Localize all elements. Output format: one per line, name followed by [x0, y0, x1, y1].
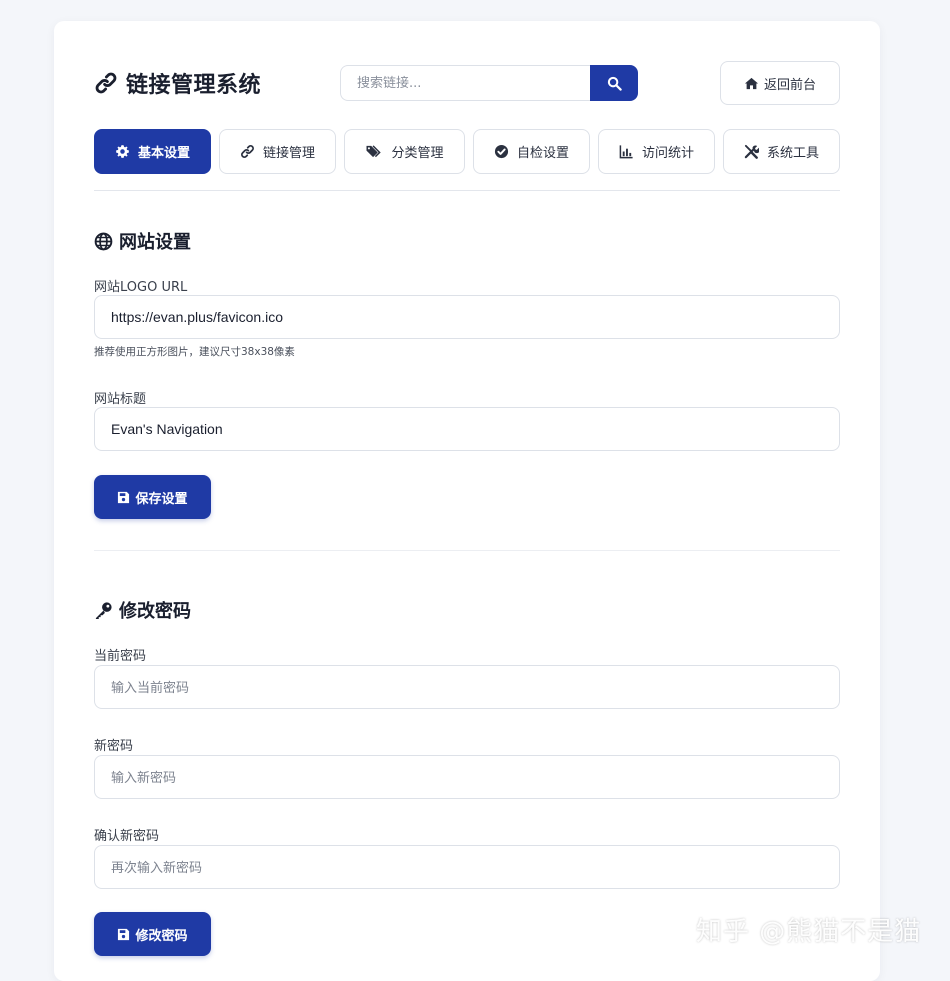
- change-password-label: 修改密码: [135, 928, 188, 944]
- tab-category-management[interactable]: 分类管理: [344, 129, 465, 174]
- save-icon: [118, 928, 130, 940]
- search-button[interactable]: [590, 65, 638, 101]
- change-password-heading: 修改密码: [94, 597, 191, 623]
- tab-label: 系统工具: [766, 146, 819, 161]
- confirm-password-input[interactable]: [94, 845, 840, 889]
- tab-link-management[interactable]: 链接管理: [219, 129, 336, 174]
- search-input[interactable]: [340, 65, 590, 101]
- tab-divider: [94, 190, 840, 191]
- site-title-label: 网站标题: [94, 392, 147, 407]
- check-circle-icon: [494, 144, 509, 159]
- search-icon: [607, 76, 622, 91]
- tags-icon: [366, 145, 382, 158]
- link-icon: [95, 72, 117, 94]
- tools-icon: [744, 144, 759, 159]
- save-icon: [118, 491, 130, 503]
- home-icon: [744, 77, 759, 89]
- tab-label: 自检设置: [516, 146, 569, 161]
- confirm-password-label: 确认新密码: [94, 829, 160, 844]
- key-icon: [95, 601, 112, 619]
- tab-bar: 基本设置 链接管理 分类管理 自检设置 访问统计 系统工具: [94, 129, 840, 174]
- globe-icon: [94, 232, 113, 250]
- site-title-input[interactable]: [94, 407, 840, 451]
- current-password-input[interactable]: [94, 665, 840, 709]
- new-password-input[interactable]: [94, 755, 840, 799]
- site-settings-heading: 网站设置: [94, 228, 191, 254]
- tab-self-check-settings[interactable]: 自检设置: [473, 129, 590, 174]
- change-password-button[interactable]: 修改密码: [94, 912, 211, 956]
- logo-url-hint: 推荐使用正方形图片，建议尺寸38x38像素: [94, 346, 295, 358]
- section-title: 网站设置: [119, 232, 191, 253]
- link-icon: [241, 145, 254, 158]
- tab-label: 链接管理: [262, 146, 315, 161]
- header: 链接管理系统 返回前台: [94, 61, 840, 105]
- logo-url-input[interactable]: [94, 295, 840, 339]
- tab-visit-statistics[interactable]: 访问统计: [598, 129, 715, 174]
- app-title: 链接管理系统: [126, 73, 262, 98]
- logo-url-label: 网站LOGO URL: [94, 280, 188, 295]
- tab-basic-settings[interactable]: 基本设置: [94, 129, 211, 174]
- section-title: 修改密码: [119, 601, 191, 622]
- save-settings-label: 保存设置: [135, 491, 188, 507]
- back-label: 返回前台: [763, 77, 816, 93]
- brand: 链接管理系统: [94, 67, 261, 99]
- tab-system-tools[interactable]: 系统工具: [723, 129, 840, 174]
- search-bar: [340, 65, 638, 101]
- section-divider: [94, 550, 840, 551]
- back-to-frontend-button[interactable]: 返回前台: [720, 61, 840, 105]
- gear-icon: [116, 145, 129, 158]
- watermark: 知乎 @熊猫不是猫: [696, 917, 922, 947]
- new-password-label: 新密码: [94, 739, 134, 754]
- tab-label: 访问统计: [641, 146, 694, 161]
- save-settings-button[interactable]: 保存设置: [94, 475, 211, 519]
- current-password-label: 当前密码: [94, 649, 147, 664]
- tab-label: 分类管理: [391, 146, 444, 161]
- tab-label: 基本设置: [137, 146, 190, 161]
- chart-icon: [619, 145, 633, 159]
- settings-card: 链接管理系统 返回前台 基本设置: [54, 21, 880, 981]
